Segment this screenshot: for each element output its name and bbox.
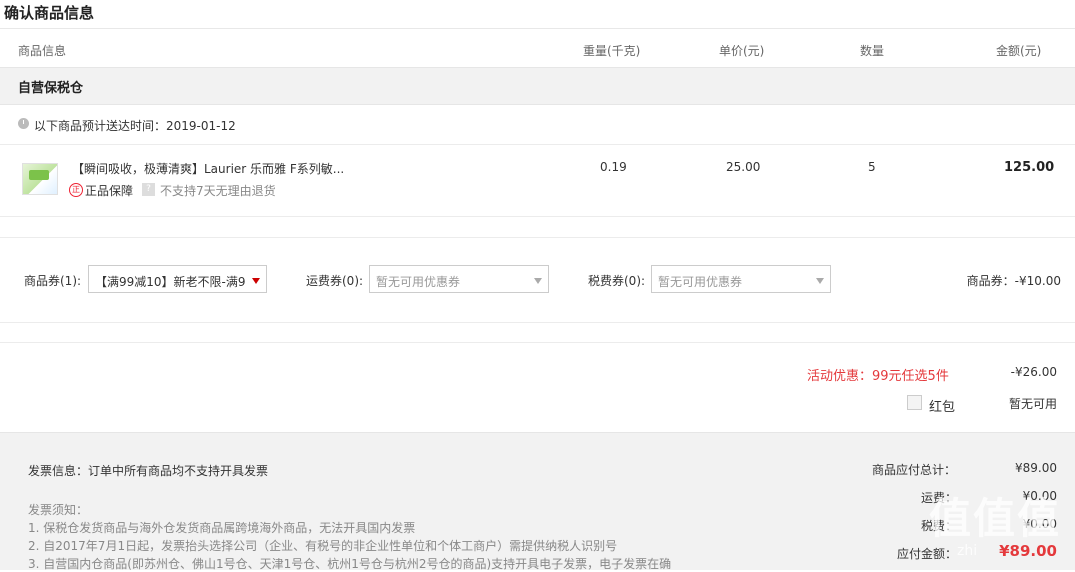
shipping-coupon-label: 运费券(0): (306, 274, 364, 288)
tax-coupon-placeholder: 暂无可用优惠券 (658, 275, 743, 289)
delivery-info: 以下商品预计送达时间：2019-01-12 (0, 104, 1075, 145)
goods-coupon-label: 商品券(1): (24, 274, 82, 288)
product-weight: 0.19 (600, 160, 627, 174)
coupon-section: 商品券(1): 【满99减10】新老不限-满9... 运费券(0): 暂无可用优… (0, 237, 1075, 323)
subtotal-value: ¥89.00 (1015, 461, 1057, 475)
invoice-note: 2. 自2017年7月1日起，发票抬头选择公司（企业、有税号的非企业性单位和个体… (28, 539, 618, 553)
invoice-summary-section: 发票信息：订单中所有商品均不支持开具发票 发票须知： 1. 保税仓发货商品与海外… (0, 432, 1075, 571)
coupon-discount: 商品券：-¥10.00 (966, 274, 1061, 288)
product-amount: 125.00 (1004, 160, 1055, 175)
warehouse-name: 自营保税仓 (18, 81, 84, 96)
goods-coupon-value: 【满99减10】新老不限-满9... (95, 275, 245, 289)
guarantee-label: 正品保障 (85, 184, 134, 198)
delivery-text: 以下商品预计送达时间：2019-01-12 (34, 119, 236, 133)
help-icon[interactable]: ? (142, 183, 155, 196)
col-unit-price: 单价(元) (719, 44, 765, 58)
product-name[interactable]: 【瞬间吸收，极薄清爽】Laurier 乐而雅 F系列敏... (72, 160, 344, 177)
invoice-info: 发票信息：订单中所有商品均不支持开具发票 (28, 464, 269, 478)
warehouse-header: 自营保税仓 (0, 67, 1075, 105)
red-packet-checkbox[interactable] (907, 395, 922, 410)
shipping-coupon-select[interactable]: 暂无可用优惠券 (369, 265, 549, 293)
promotion-amount: -¥26.00 (1010, 365, 1057, 379)
promotion-text: 活动优惠：99元任选5件 (807, 369, 949, 384)
red-packet-label: 红包 (929, 400, 956, 415)
tax-coupon-label: 税费券(0): (588, 274, 646, 288)
chevron-down-icon (816, 278, 824, 284)
tax-coupon-select[interactable]: 暂无可用优惠券 (651, 265, 831, 293)
chevron-down-icon (534, 278, 542, 284)
product-row: 【瞬间吸收，极薄清爽】Laurier 乐而雅 F系列敏... 正 正品保障 ? … (0, 145, 1075, 217)
subtotal-label: 商品应付总计： (872, 463, 957, 477)
watermark-text: zhi (957, 543, 978, 559)
page-title: 确认商品信息 (4, 4, 95, 22)
watermark-logo: 值值值 (928, 494, 1061, 543)
product-unit-price: 25.00 (726, 160, 761, 174)
invoice-note: 3. 自营国内仓商品(即苏州仓、佛山1号仓、天津1号仓、杭州1号仓与杭州2号仓的… (28, 557, 672, 571)
total-label: 应付金额： (897, 547, 958, 561)
table-header: 商品信息 重量(千克) 单价(元) 数量 金额(元) (0, 28, 1075, 69)
invoice-notes-title: 发票须知： (28, 503, 89, 517)
shipping-coupon-placeholder: 暂无可用优惠券 (376, 275, 461, 289)
product-thumbnail[interactable] (22, 163, 58, 195)
promotion-section: 活动优惠：99元任选5件 -¥26.00 红包 暂无可用 (0, 342, 1075, 433)
col-amount: 金额(元) (996, 44, 1042, 58)
invoice-note: 1. 保税仓发货商品与海外仓发货商品属跨境海外商品，无法开具国内发票 (28, 521, 416, 535)
chevron-down-icon (252, 278, 260, 284)
guarantee-icon: 正 (69, 183, 83, 197)
clock-icon (18, 118, 29, 129)
col-weight: 重量(千克) (583, 44, 641, 58)
goods-coupon-select[interactable]: 【满99减10】新老不限-满9... (88, 265, 267, 293)
col-info: 商品信息 (18, 44, 67, 58)
no-return-label: 不支持7天无理由退货 (160, 184, 276, 198)
red-packet-status: 暂无可用 (1008, 397, 1057, 411)
col-qty: 数量 (860, 44, 885, 58)
product-qty: 5 (868, 160, 876, 174)
